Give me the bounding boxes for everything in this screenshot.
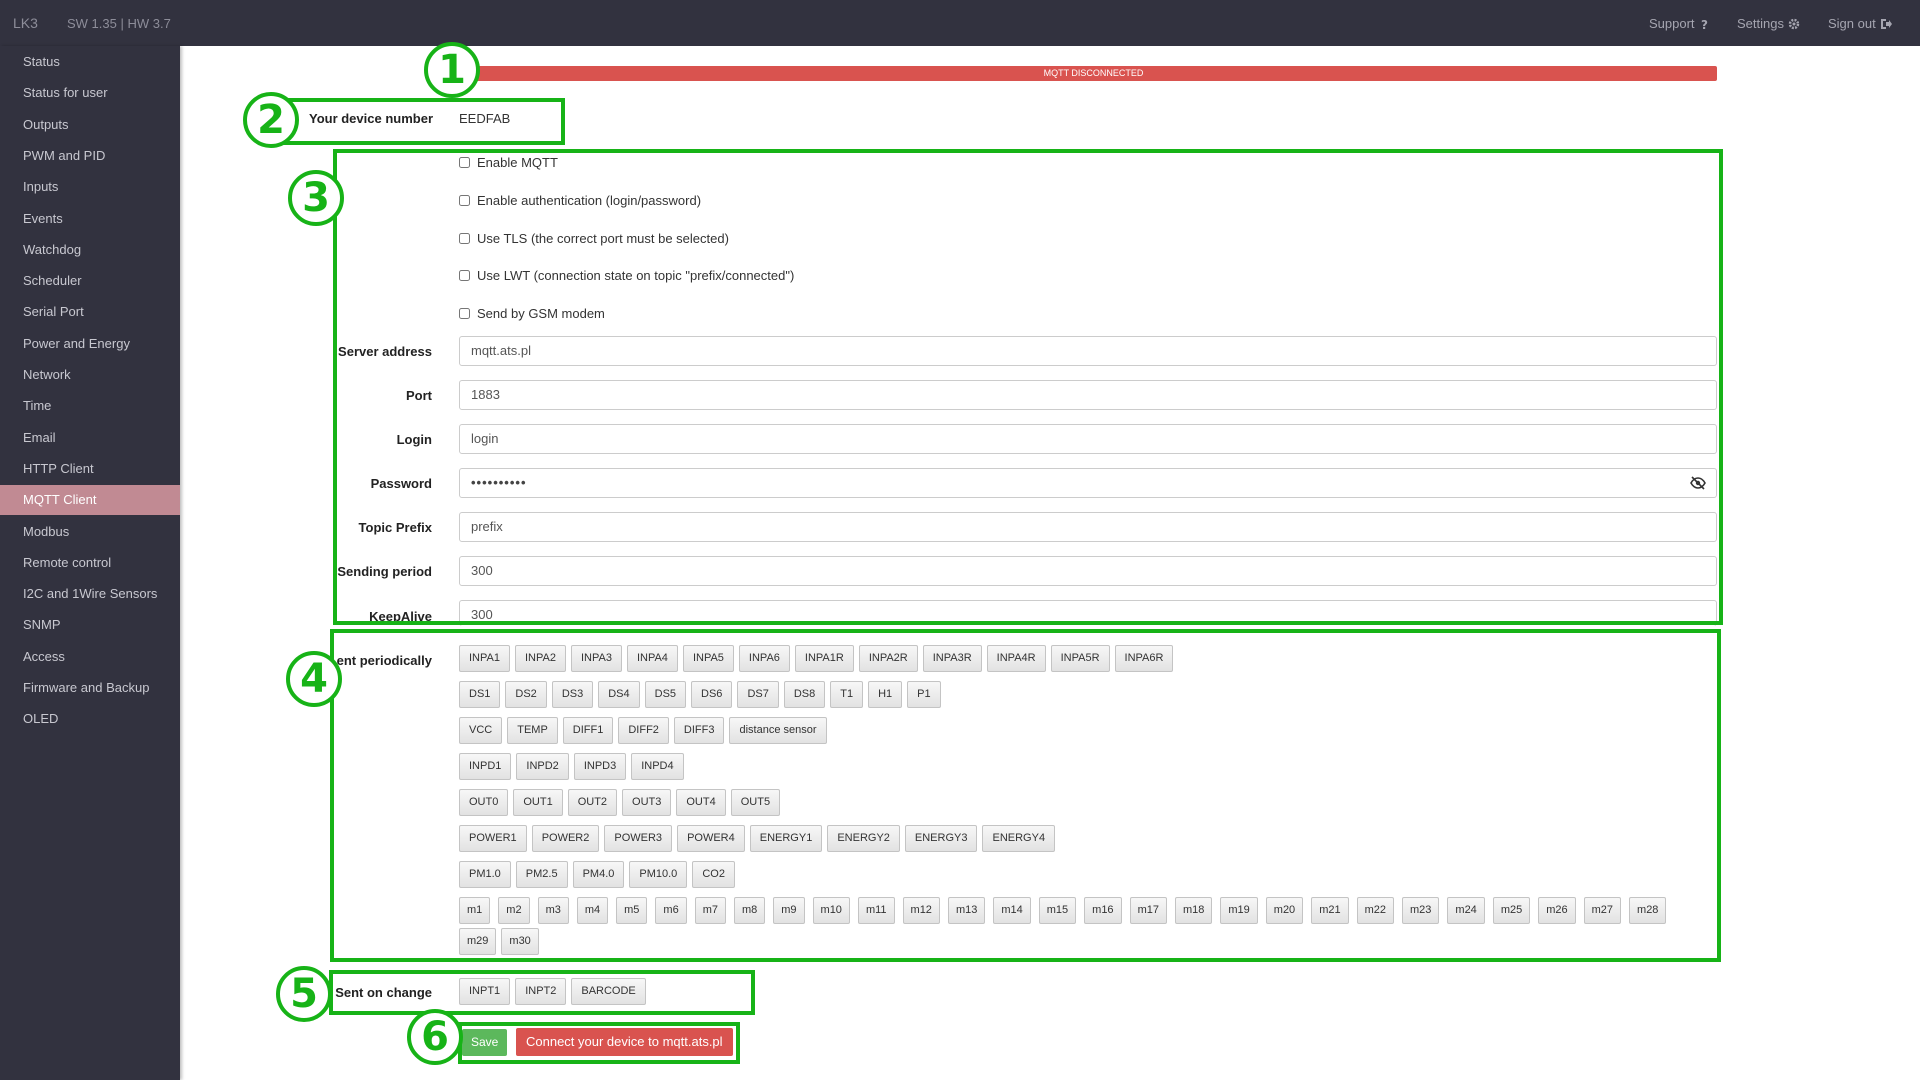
sidebar-item-oled[interactable]: OLED (0, 704, 180, 734)
question-icon: ? (1701, 18, 1708, 30)
annotation-number-6: 6 (407, 1009, 463, 1065)
support-label: Support (1649, 16, 1695, 31)
annotation-number-5: 5 (276, 966, 332, 1022)
sidebar-item-status[interactable]: Status (0, 47, 180, 77)
sidebar-item-time[interactable]: Time (0, 391, 180, 421)
sidebar-item-serial-port[interactable]: Serial Port (0, 297, 180, 327)
signout-link[interactable]: Sign out (1828, 16, 1892, 31)
svg-text:?: ? (1701, 18, 1708, 30)
sidebar-item-inputs[interactable]: Inputs (0, 172, 180, 202)
sidebar-item-snmp[interactable]: SNMP (0, 610, 180, 640)
version-info: SW 1.35 | HW 3.7 (67, 16, 171, 31)
annotation-number-3: 3 (288, 170, 344, 226)
sidebar-item-power-and-energy[interactable]: Power and Energy (0, 329, 180, 359)
settings-label: Settings (1737, 16, 1784, 31)
gear-icon (1788, 18, 1800, 29)
annotation-box-5 (329, 970, 755, 1015)
sidebar-item-status-for-user[interactable]: Status for user (0, 78, 180, 108)
sidebar-item-modbus[interactable]: Modbus (0, 517, 180, 547)
sidebar-item-pwm-and-pid[interactable]: PWM and PID (0, 141, 180, 171)
top-navbar: LK3 SW 1.35 | HW 3.7 Support ? Settings … (0, 0, 1920, 46)
sidebar-item-network[interactable]: Network (0, 360, 180, 390)
sidebar-item-http-client[interactable]: HTTP Client (0, 454, 180, 484)
sidebar-item-i2c-and-1wire-sensors[interactable]: I2C and 1Wire Sensors (0, 579, 180, 609)
sign-out-icon (1880, 18, 1892, 29)
settings-link[interactable]: Settings (1737, 16, 1800, 31)
sidebar-item-watchdog[interactable]: Watchdog (0, 235, 180, 265)
annotation-number-1: 1 (424, 42, 480, 98)
support-link[interactable]: Support ? (1649, 16, 1711, 31)
annotation-box-2 (268, 98, 565, 145)
mqtt-status-bar: MQTT DISCONNECTED (470, 66, 1717, 81)
signout-label: Sign out (1828, 16, 1876, 31)
annotation-number-4: 4 (286, 651, 342, 707)
sidebar-item-scheduler[interactable]: Scheduler (0, 266, 180, 296)
sidebar-item-events[interactable]: Events (0, 204, 180, 234)
sidebar-item-access[interactable]: Access (0, 642, 180, 672)
annotation-box-3 (333, 149, 1723, 625)
annotation-number-2: 2 (243, 92, 299, 148)
sidebar: Status Status for user Outputs PWM and PID I… (0, 46, 180, 1080)
sidebar-item-email[interactable]: Email (0, 423, 180, 453)
sidebar-item-firmware-and-backup[interactable]: Firmware and Backup (0, 673, 180, 703)
annotation-box-4 (330, 629, 1721, 962)
sidebar-item-mqtt-client[interactable]: MQTT Client (0, 485, 180, 516)
brand-logo[interactable]: LK3 (13, 15, 38, 31)
sidebar-item-remote-control[interactable]: Remote control (0, 548, 180, 578)
sidebar-item-outputs[interactable]: Outputs (0, 110, 180, 140)
annotation-box-6 (458, 1022, 740, 1064)
